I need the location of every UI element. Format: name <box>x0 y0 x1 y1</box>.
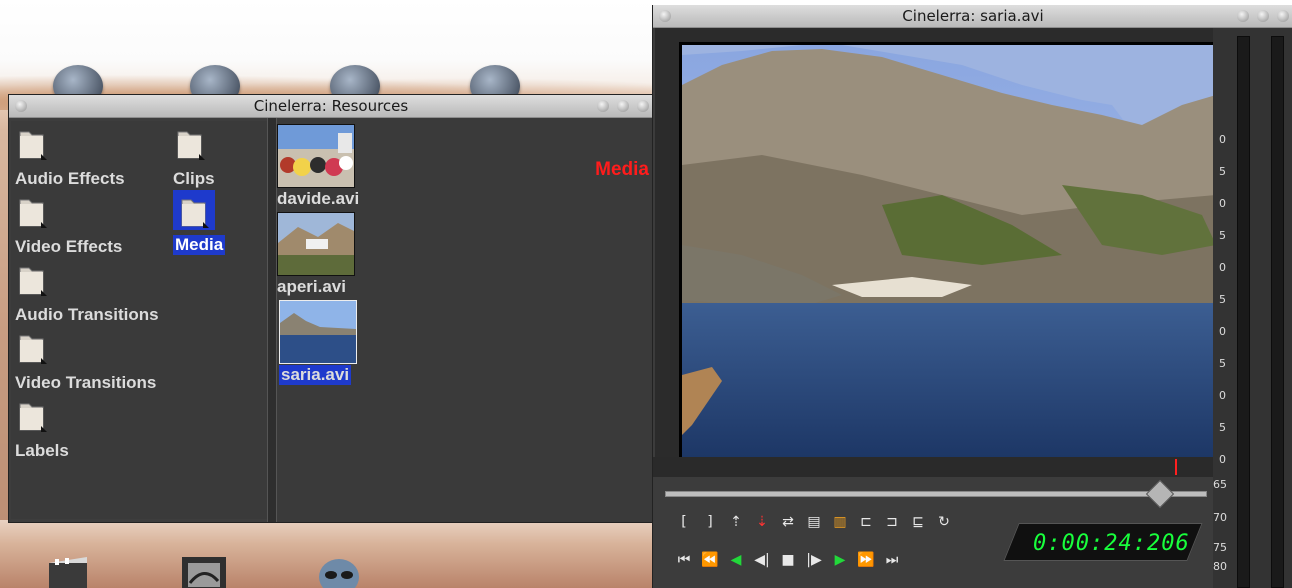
maximize-icon[interactable] <box>617 100 629 112</box>
reverse-play-icon[interactable]: ◀ <box>727 551 745 569</box>
jump-end-icon[interactable]: ⏭ <box>883 551 901 569</box>
meter-label: 0 <box>1219 389 1226 402</box>
clapperboard-desktop-icon[interactable] <box>45 555 93 588</box>
in-point-icon[interactable]: [ <box>675 513 693 531</box>
viewer-window: Cinelerra: saria.avi 0 5 0 5 0 5 0 5 0 5… <box>652 5 1292 588</box>
meter-label: 5 <box>1219 293 1226 306</box>
copy-icon[interactable]: ▤ <box>805 513 823 531</box>
viewer-window-title: Cinelerra: saria.avi <box>902 7 1044 25</box>
meter-label: 75 <box>1213 541 1227 554</box>
folder-icon <box>17 396 47 432</box>
fast-reverse-icon[interactable]: ⏪ <box>701 551 719 569</box>
overwrite-icon[interactable]: ⇣ <box>753 513 771 531</box>
meter-label: 0 <box>1219 453 1226 466</box>
meter-label: 0 <box>1219 197 1226 210</box>
stop-icon[interactable]: ■ <box>779 551 797 569</box>
viewer-titlebar[interactable]: Cinelerra: saria.avi <box>653 5 1292 28</box>
meter-label: 5 <box>1219 165 1226 178</box>
folder-label: Labels <box>15 441 69 460</box>
prev-label-icon[interactable]: ⊏ <box>857 513 875 531</box>
playhead-marker[interactable] <box>1175 459 1177 475</box>
meter-bar-left <box>1237 36 1250 588</box>
meter-label: 70 <box>1213 511 1227 524</box>
play-icon[interactable]: ▶ <box>831 551 849 569</box>
resources-body: Audio Effects Clips Video Effects Media … <box>9 118 653 522</box>
resources-window-title: Cinelerra: Resources <box>253 97 409 115</box>
asset-thumbnail-davide[interactable] <box>277 124 355 188</box>
next-edit-icon[interactable]: ↻ <box>935 513 953 531</box>
prev-edit-icon[interactable]: ⊑ <box>909 513 927 531</box>
position-slider-knob[interactable] <box>1145 479 1175 509</box>
meter-label: 0 <box>1219 261 1226 274</box>
frame-back-icon[interactable]: ◀| <box>753 551 771 569</box>
meter-label: 0 <box>1219 325 1226 338</box>
media-heading: Media <box>595 159 649 180</box>
close-icon[interactable] <box>637 100 649 112</box>
meter-label: 5 <box>1219 229 1226 242</box>
meter-label: 80 <box>1213 560 1227 573</box>
folder-list: Audio Effects Clips Video Effects Media … <box>11 121 267 519</box>
meter-label: 65 <box>1213 478 1227 491</box>
video-frame[interactable] <box>679 42 1216 457</box>
fast-forward-icon[interactable]: ⏩ <box>857 551 875 569</box>
folder-icon <box>17 192 47 228</box>
asset-thumbnail-aperi[interactable] <box>277 212 355 276</box>
folder-icon <box>17 328 47 364</box>
maximize-icon[interactable] <box>1257 10 1269 22</box>
folder-icon <box>17 260 47 296</box>
asset-label-davide[interactable]: davide.avi <box>277 189 359 209</box>
folder-label: Audio Effects <box>15 169 125 188</box>
folder-label: Media <box>173 235 226 255</box>
timeline-bar[interactable] <box>653 457 1213 477</box>
out-point-icon[interactable]: ] <box>701 513 719 531</box>
folder-icon <box>17 124 47 160</box>
folder-icon <box>175 124 205 160</box>
asset-thumbnail-saria[interactable] <box>279 300 357 364</box>
meter-bar-right <box>1271 36 1284 588</box>
to-clip-icon[interactable]: ⇄ <box>779 513 797 531</box>
folder-label: Audio Transitions <box>15 305 159 324</box>
splice-icon[interactable]: ⇡ <box>727 513 745 531</box>
position-slider-track[interactable] <box>665 491 1207 497</box>
next-label-icon[interactable]: ⊐ <box>883 513 901 531</box>
folder-label: Clips <box>173 169 215 188</box>
meter-label: 5 <box>1219 357 1226 370</box>
asset-list: Media davide.avi aperi.avi saria.avi <box>277 118 653 522</box>
meter-label: 0 <box>1219 133 1226 146</box>
asset-label-aperi[interactable]: aperi.avi <box>277 277 346 297</box>
folder-label: Video Effects <box>15 237 123 256</box>
video-stage <box>655 28 1216 468</box>
folder-label: Video Transitions <box>15 373 157 392</box>
resources-window: Cinelerra: Resources Audio Effects Clips <box>8 94 654 523</box>
audio-meters: 0 5 0 5 0 5 0 5 0 5 0 65 70 75 80 <box>1213 28 1292 588</box>
frame-forward-icon[interactable]: |▶ <box>805 551 823 569</box>
toggle-label-icon[interactable]: ▥ <box>831 513 849 531</box>
timecode-text: 0:00:24:206 <box>1033 531 1190 556</box>
resources-titlebar[interactable]: Cinelerra: Resources <box>9 95 653 118</box>
shade-icon[interactable] <box>597 100 609 112</box>
folder-icon <box>173 190 215 230</box>
shade-icon[interactable] <box>1237 10 1249 22</box>
close-icon[interactable] <box>1277 10 1289 22</box>
meter-label: 5 <box>1219 421 1226 434</box>
film-desktop-icon[interactable] <box>180 555 228 588</box>
asset-label-saria[interactable]: saria.avi <box>279 365 352 385</box>
rewind-start-icon[interactable]: ⏮ <box>675 551 693 569</box>
pane-splitter[interactable] <box>267 118 277 522</box>
alien-desktop-icon[interactable] <box>315 555 363 588</box>
